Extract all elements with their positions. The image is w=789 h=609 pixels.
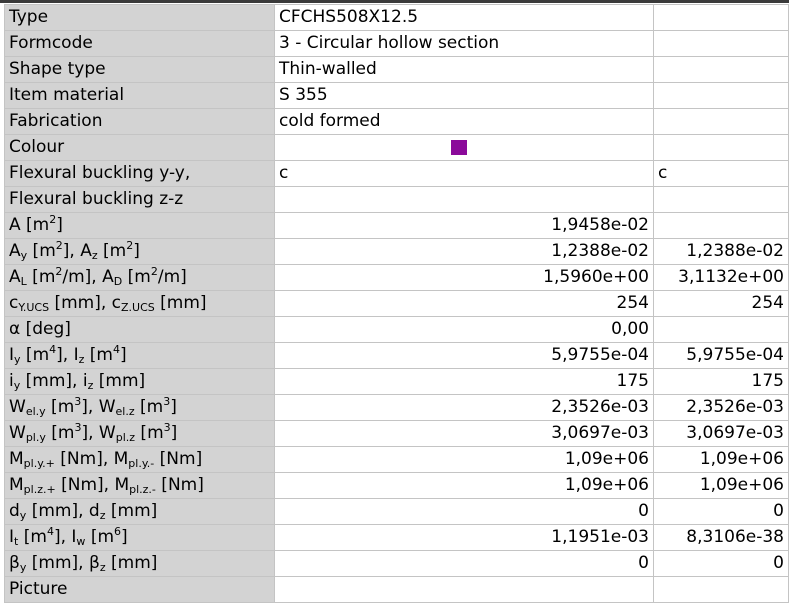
label-type: Type [4, 4, 275, 31]
value-item-material[interactable]: S 355 [274, 82, 654, 109]
label-flexural-buckling-z: Flexural buckling z-z [4, 186, 275, 213]
value2-formcode[interactable] [653, 30, 789, 57]
label-shear-area: Ay [m2], Az [m2] [4, 238, 275, 265]
label-wel: Wel.y [m3], Wel.z [m3] [4, 394, 275, 421]
value2-shear-area[interactable]: 1,2388e-02 [653, 238, 789, 265]
value2-flexural-buckling-y[interactable]: c [653, 160, 789, 187]
label-item-material: Item material [4, 82, 275, 109]
value-beta[interactable]: 0 [274, 550, 654, 577]
value-wpl[interactable]: 3,0697e-03 [274, 420, 654, 447]
value-type[interactable]: CFCHS508X12.5 [274, 4, 654, 31]
value2-wpl[interactable]: 3,0697e-03 [653, 420, 789, 447]
row-radius[interactable]: iy [mm], iz [mm] 175 175 [4, 368, 789, 395]
label-inertia: Iy [m4], Iz [m4] [4, 342, 275, 369]
row-shear-center[interactable]: dy [mm], dz [mm] 0 0 [4, 498, 789, 525]
row-wel[interactable]: Wel.y [m3], Wel.z [m3] 2,3526e-03 2,3526… [4, 394, 789, 421]
value2-type[interactable] [653, 4, 789, 31]
label-torsion: It [m4], Iw [m6] [4, 524, 275, 551]
row-torsion[interactable]: It [m4], Iw [m6] 1,1951e-03 8,3106e-38 [4, 524, 789, 551]
value2-shape-type[interactable] [653, 56, 789, 83]
value-fabrication[interactable]: cold formed [274, 108, 654, 135]
label-colour: Colour [4, 134, 275, 161]
value2-centroid[interactable]: 254 [653, 290, 789, 317]
value-shape-type[interactable]: Thin-walled [274, 56, 654, 83]
label-area: A [m2] [4, 212, 275, 239]
row-beta[interactable]: βy [mm], βz [mm] 0 0 [4, 550, 789, 577]
label-fabrication: Fabrication [4, 108, 275, 135]
row-inertia[interactable]: Iy [m4], Iz [m4] 5,9755e-04 5,9755e-04 [4, 342, 789, 369]
value-radius[interactable]: 175 [274, 368, 654, 395]
value2-item-material[interactable] [653, 82, 789, 109]
value-mply[interactable]: 1,09e+06 [274, 446, 654, 473]
value2-torsion[interactable]: 8,3106e-38 [653, 524, 789, 551]
value-shear-center[interactable]: 0 [274, 498, 654, 525]
row-mply[interactable]: Mpl.y.+ [Nm], Mpl.y.- [Nm] 1,09e+06 1,09… [4, 446, 789, 473]
row-flexural-buckling-z[interactable]: Flexural buckling z-z [4, 186, 789, 213]
value-flexural-buckling-z[interactable] [274, 186, 654, 213]
row-item-material[interactable]: Item material S 355 [4, 82, 789, 109]
value2-mplz[interactable]: 1,09e+06 [653, 472, 789, 499]
value2-wel[interactable]: 2,3526e-03 [653, 394, 789, 421]
row-shear-area[interactable]: Ay [m2], Az [m2] 1,2388e-02 1,2388e-02 [4, 238, 789, 265]
label-mplz: Mpl.z.+ [Nm], Mpl.z.- [Nm] [4, 472, 275, 499]
title-bar-strip [0, 0, 789, 3]
value2-colour[interactable] [653, 134, 789, 161]
value2-area[interactable] [653, 212, 789, 239]
row-type[interactable]: Type CFCHS508X12.5 [4, 4, 789, 31]
row-colour[interactable]: Colour [4, 134, 789, 161]
value-colour[interactable] [274, 134, 654, 161]
label-wpl: Wpl.y [m3], Wpl.z [m3] [4, 420, 275, 447]
row-area[interactable]: A [m2] 1,9458e-02 [4, 212, 789, 239]
value2-surface[interactable]: 3,1132e+00 [653, 264, 789, 291]
value2-radius[interactable]: 175 [653, 368, 789, 395]
label-alpha: α [deg] [4, 316, 275, 343]
value2-inertia[interactable]: 5,9755e-04 [653, 342, 789, 369]
value-surface[interactable]: 1,5960e+00 [274, 264, 654, 291]
row-picture[interactable]: Picture [4, 576, 789, 603]
row-alpha[interactable]: α [deg] 0,00 [4, 316, 789, 343]
value2-beta[interactable]: 0 [653, 550, 789, 577]
label-picture: Picture [4, 576, 275, 603]
value-area[interactable]: 1,9458e-02 [274, 212, 654, 239]
value-alpha[interactable]: 0,00 [274, 316, 654, 343]
value2-mply[interactable]: 1,09e+06 [653, 446, 789, 473]
row-centroid[interactable]: cY.UCS [mm], cZ.UCS [mm] 254 254 [4, 290, 789, 317]
value-picture[interactable] [274, 576, 654, 603]
label-flexural-buckling-y: Flexural buckling y-y, [4, 160, 275, 187]
section-properties-grid: Type CFCHS508X12.5 Formcode 3 - Circular… [4, 4, 789, 603]
value-flexural-buckling-y[interactable]: c [274, 160, 654, 187]
value-centroid[interactable]: 254 [274, 290, 654, 317]
label-beta: βy [mm], βz [mm] [4, 550, 275, 577]
label-formcode: Formcode [4, 30, 275, 57]
label-shear-center: dy [mm], dz [mm] [4, 498, 275, 525]
value-torsion[interactable]: 1,1951e-03 [274, 524, 654, 551]
value-mplz[interactable]: 1,09e+06 [274, 472, 654, 499]
row-shape-type[interactable]: Shape type Thin-walled [4, 56, 789, 83]
label-surface: AL [m2/m], AD [m2/m] [4, 264, 275, 291]
colour-swatch[interactable] [451, 139, 467, 155]
value-formcode[interactable]: 3 - Circular hollow section [274, 30, 654, 57]
value2-alpha[interactable] [653, 316, 789, 343]
value2-fabrication[interactable] [653, 108, 789, 135]
value-wel[interactable]: 2,3526e-03 [274, 394, 654, 421]
label-radius: iy [mm], iz [mm] [4, 368, 275, 395]
value-inertia[interactable]: 5,9755e-04 [274, 342, 654, 369]
row-fabrication[interactable]: Fabrication cold formed [4, 108, 789, 135]
value2-flexural-buckling-z[interactable] [653, 186, 789, 213]
value2-picture[interactable] [653, 576, 789, 603]
row-surface[interactable]: AL [m2/m], AD [m2/m] 1,5960e+00 3,1132e+… [4, 264, 789, 291]
label-centroid: cY.UCS [mm], cZ.UCS [mm] [4, 290, 275, 317]
row-flexural-buckling-y[interactable]: Flexural buckling y-y, c c [4, 160, 789, 187]
label-shape-type: Shape type [4, 56, 275, 83]
row-formcode[interactable]: Formcode 3 - Circular hollow section [4, 30, 789, 57]
row-wpl[interactable]: Wpl.y [m3], Wpl.z [m3] 3,0697e-03 3,0697… [4, 420, 789, 447]
value-shear-area[interactable]: 1,2388e-02 [274, 238, 654, 265]
row-mplz[interactable]: Mpl.z.+ [Nm], Mpl.z.- [Nm] 1,09e+06 1,09… [4, 472, 789, 499]
label-mply: Mpl.y.+ [Nm], Mpl.y.- [Nm] [4, 446, 275, 473]
value2-shear-center[interactable]: 0 [653, 498, 789, 525]
